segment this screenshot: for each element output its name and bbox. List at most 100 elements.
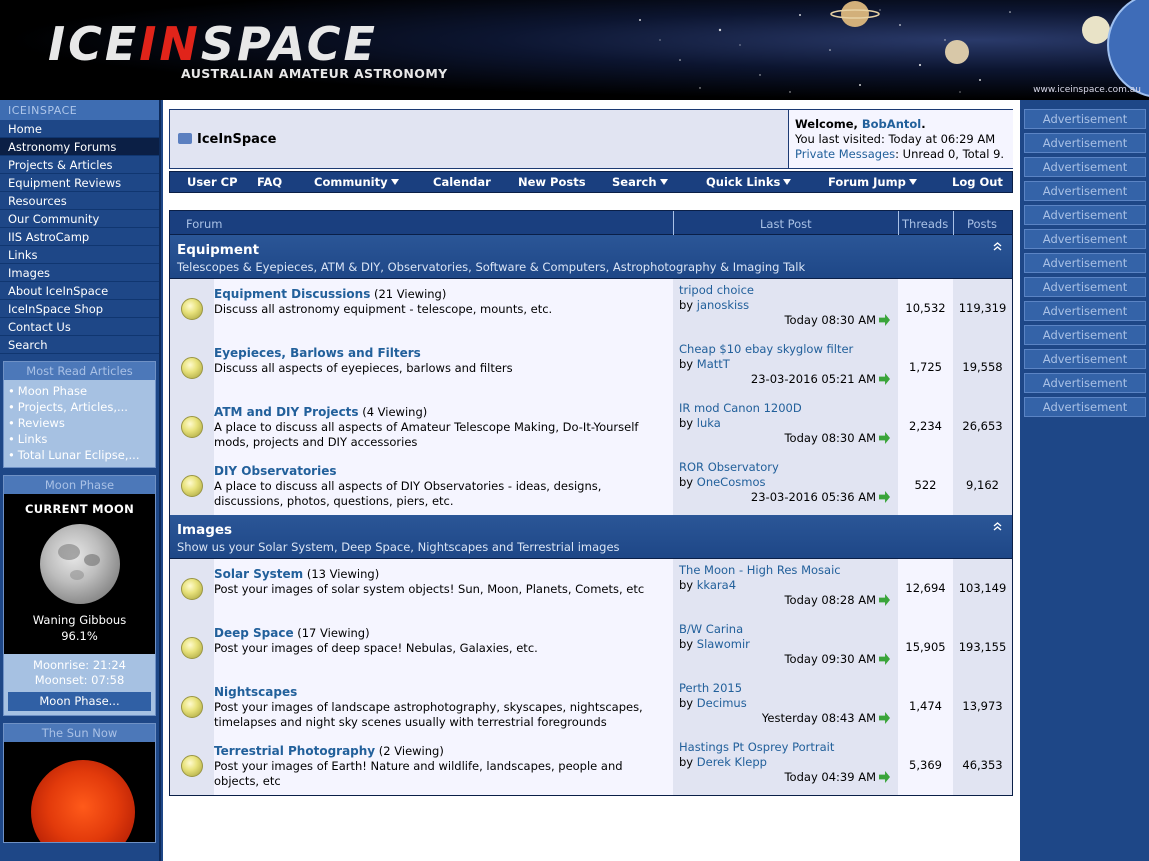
go-to-last-post-icon[interactable] (879, 314, 890, 326)
category-title[interactable]: Equipment (177, 242, 259, 258)
most-read-item[interactable]: Links (8, 431, 151, 447)
advertisement-slot[interactable]: Advertisement (1024, 397, 1146, 417)
forum-description: A place to discuss all aspects of Amateu… (214, 420, 639, 449)
site-logo[interactable]: ICEINSPACE (48, 18, 378, 70)
moon-phase-button[interactable]: Moon Phase... (8, 692, 151, 711)
nav-forum-jump[interactable]: Forum Jump (828, 175, 917, 189)
forum-name-link[interactable]: Equipment Discussions (214, 287, 370, 301)
go-to-last-post-icon[interactable] (879, 491, 890, 503)
last-post-user-link[interactable]: MattT (697, 357, 730, 371)
go-to-last-post-icon[interactable] (879, 432, 890, 444)
go-to-last-post-icon[interactable] (879, 594, 890, 606)
forum-name-link[interactable]: Solar System (214, 567, 303, 581)
last-post-cell: The Moon - High Res Mosaic by kkara4 Today… (673, 559, 898, 618)
column-last-post: Last Post (760, 217, 812, 231)
forum-name-link[interactable]: Deep Space (214, 626, 294, 640)
advertisement-slot[interactable]: Advertisement (1024, 253, 1146, 273)
nav-search[interactable]: Search (612, 175, 668, 189)
sidebar-item-equipment-reviews[interactable]: Equipment Reviews (0, 174, 159, 192)
sidebar-item-iis-astrocamp[interactable]: IIS AstroCamp (0, 228, 159, 246)
most-read-item[interactable]: Moon Phase (8, 383, 151, 399)
sidebar-item-home[interactable]: Home (0, 120, 159, 138)
sidebar-item-our-community[interactable]: Our Community (0, 210, 159, 228)
collapse-icon[interactable] (993, 521, 1002, 534)
go-to-last-post-icon[interactable] (879, 712, 890, 724)
most-read-item[interactable]: Reviews (8, 415, 151, 431)
forum-row: Equipment Discussions (21 Viewing) Discus… (170, 279, 1012, 338)
private-messages-line: Private Messages: Unread 0, Total 9. (795, 147, 1005, 161)
last-post-author: by kkara4 (679, 578, 737, 592)
nav-log-out[interactable]: Log Out (952, 175, 1003, 189)
forum-name-link[interactable]: ATM and DIY Projects (214, 405, 359, 419)
forum-viewing-count: (2 Viewing) (375, 744, 444, 758)
last-post-user-link[interactable]: Decimus (697, 696, 747, 710)
advertisement-slot[interactable]: Advertisement (1024, 373, 1146, 393)
last-post-title-link[interactable]: Cheap $10 ebay skyglow filter (679, 342, 892, 357)
forum-name-link[interactable]: Nightscapes (214, 685, 297, 699)
forum-status-cell (170, 279, 214, 338)
forum-name-link[interactable]: Terrestrial Photography (214, 744, 375, 758)
advertisement-slot[interactable]: Advertisement (1024, 301, 1146, 321)
column-headers: Forum Last Post Threads Posts (170, 211, 1012, 235)
last-post-title-link[interactable]: Hastings Pt Osprey Portrait (679, 740, 892, 755)
last-post-user-link[interactable]: Slawomir (697, 637, 750, 651)
go-to-last-post-icon[interactable] (879, 653, 890, 665)
forum-row: Eyepieces, Barlows and Filters Discuss al… (170, 338, 1012, 397)
nav-community[interactable]: Community (314, 175, 399, 189)
column-forum: Forum (186, 217, 223, 231)
go-to-last-post-icon[interactable] (879, 373, 890, 385)
forum-info-cell: Nightscapes Post your images of landscape… (214, 677, 673, 736)
last-post-title-link[interactable]: ROR Observatory (679, 460, 892, 475)
post-count: 13,973 (953, 677, 1012, 736)
sidebar-heading: ICEINSPACE (0, 100, 159, 120)
most-read-item[interactable]: Projects, Articles,... (8, 399, 151, 415)
advertisement-slot[interactable]: Advertisement (1024, 181, 1146, 201)
forum-name-link[interactable]: Eyepieces, Barlows and Filters (214, 346, 421, 360)
advertisement-slot[interactable]: Advertisement (1024, 277, 1146, 297)
advertisement-slot[interactable]: Advertisement (1024, 133, 1146, 153)
sidebar-item-resources[interactable]: Resources (0, 192, 159, 210)
advertisement-slot[interactable]: Advertisement (1024, 349, 1146, 369)
forum-description: Discuss all astronomy equipment - telesc… (214, 302, 553, 316)
private-messages-link[interactable]: Private Messages (795, 147, 895, 161)
advertisement-slot[interactable]: Advertisement (1024, 205, 1146, 225)
sidebar-item-links[interactable]: Links (0, 246, 159, 264)
nav-faq[interactable]: FAQ (257, 175, 282, 189)
sidebar-item-astronomy-forums[interactable]: Astronomy Forums (0, 138, 159, 156)
advertisement-slot[interactable]: Advertisement (1024, 157, 1146, 177)
collapse-icon[interactable] (993, 241, 1002, 254)
category-title[interactable]: Images (177, 522, 232, 538)
forum-row: ATM and DIY Projects (4 Viewing) A place … (170, 397, 1012, 456)
forum-name-link[interactable]: DIY Observatories (214, 464, 337, 478)
last-post-title-link[interactable]: Perth 2015 (679, 681, 892, 696)
last-post-user-link[interactable]: OneCosmos (697, 475, 766, 489)
last-post-user-link[interactable]: Derek Klepp (697, 755, 767, 769)
last-post-title-link[interactable]: IR mod Canon 1200D (679, 401, 892, 416)
sidebar-item-about-iceinspace[interactable]: About IceInSpace (0, 282, 159, 300)
forum-title[interactable]: IceInSpace (178, 132, 276, 147)
advertisement-slot[interactable]: Advertisement (1024, 109, 1146, 129)
last-post-user-link[interactable]: kkara4 (697, 578, 736, 592)
go-to-last-post-icon[interactable] (879, 771, 890, 783)
moonrise-time: Moonrise: 21:24 (33, 658, 126, 672)
sidebar-item-contact-us[interactable]: Contact Us (0, 318, 159, 336)
sidebar-item-images[interactable]: Images (0, 264, 159, 282)
sidebar-item-iceinspace-shop[interactable]: IceInSpace Shop (0, 300, 159, 318)
sidebar-item-projects-articles[interactable]: Projects & Articles (0, 156, 159, 174)
last-post-title-link[interactable]: tripod choice (679, 283, 892, 298)
last-post-title-link[interactable]: The Moon - High Res Mosaic (679, 563, 892, 578)
sidebar-item-search[interactable]: Search (0, 336, 159, 354)
advertisement-slot[interactable]: Advertisement (1024, 325, 1146, 345)
nav-calendar[interactable]: Calendar (433, 175, 491, 189)
last-post-title-link[interactable]: B/W Carina (679, 622, 892, 637)
nav-quick-links[interactable]: Quick Links (706, 175, 792, 189)
advertisement-slot[interactable]: Advertisement (1024, 229, 1146, 249)
username-link[interactable]: BobAntol (862, 117, 921, 131)
nav-new-posts[interactable]: New Posts (518, 175, 586, 189)
last-post-user-link[interactable]: janoskiss (697, 298, 749, 312)
category-description: Telescopes & Eyepieces, ATM & DIY, Obser… (177, 260, 806, 274)
most-read-item[interactable]: Total Lunar Eclipse,... (8, 447, 151, 463)
nav-user-cp[interactable]: User CP (187, 175, 238, 189)
forum-row: Deep Space (17 Viewing) Post your images … (170, 618, 1012, 677)
last-post-user-link[interactable]: luka (697, 416, 721, 430)
